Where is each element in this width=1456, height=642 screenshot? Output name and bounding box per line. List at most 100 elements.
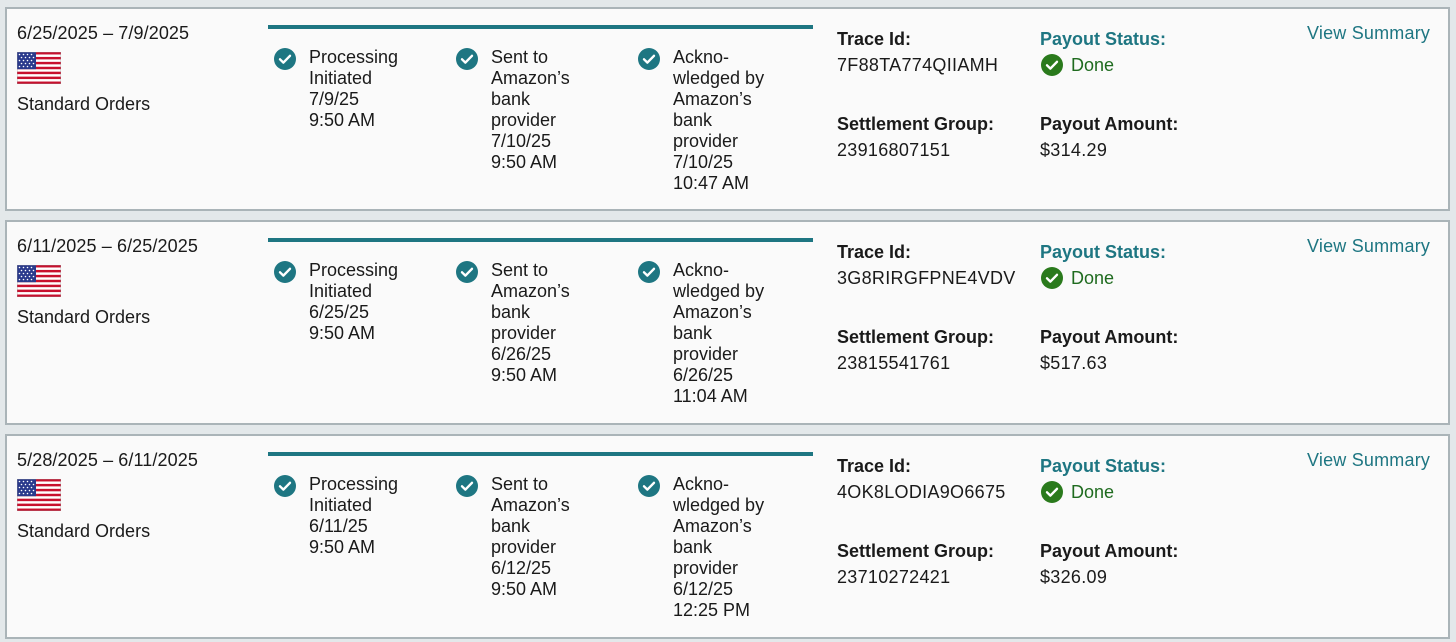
step-line: 9:50 AM bbox=[491, 579, 558, 599]
view-summary-link[interactable]: View Summary bbox=[1307, 22, 1430, 44]
payout-amount-value: $517.63 bbox=[1040, 353, 1108, 373]
trace-id-label: Trace Id: bbox=[837, 29, 912, 49]
step-line: Ackno- bbox=[673, 47, 730, 67]
step-line: Amazon’s bbox=[491, 495, 570, 515]
timeline-bar bbox=[268, 25, 813, 29]
step-line: Initiated bbox=[309, 281, 373, 301]
step-line: 11:04 AM bbox=[673, 386, 748, 406]
step-line: bank provider bbox=[491, 89, 557, 130]
step-text: Sent to Amazon’s bank provider 7/10/25 9:50 … bbox=[491, 47, 596, 173]
payout-status-value: Done bbox=[1071, 482, 1115, 502]
payout-card: 6/25/2025 – 7/9/2025 Standard Orders Pro… bbox=[5, 7, 1450, 211]
timeline-step-processing: Processing Initiated 7/9/25 9:50 AM bbox=[274, 47, 414, 131]
step-line: Processing bbox=[309, 260, 399, 280]
step-line: Ackno- bbox=[673, 474, 730, 494]
payout-amount-value: $326.09 bbox=[1040, 567, 1108, 587]
check-circle-icon bbox=[638, 475, 660, 497]
view-summary-link[interactable]: View Summary bbox=[1307, 235, 1430, 257]
step-text: Ackno-wledged by Amazon’s bank provider 7/1… bbox=[673, 47, 778, 194]
timeline-step-processing: Processing Initiated 6/11/25 9:50 AM bbox=[274, 474, 414, 558]
step-line: Amazon’s bbox=[491, 281, 570, 301]
step-line: 6/11/25 bbox=[309, 516, 368, 536]
view-summary-link[interactable]: View Summary bbox=[1307, 449, 1430, 471]
step-line: 9:50 AM bbox=[309, 110, 376, 130]
settlement-group-label: Settlement Group: bbox=[837, 541, 995, 561]
step-line: Processing bbox=[309, 47, 399, 67]
payout-status: Done bbox=[1041, 481, 1114, 503]
step-line: Amazon’s bbox=[673, 516, 752, 536]
step-line: 7/9/25 bbox=[309, 89, 360, 109]
step-text: Processing Initiated 6/25/25 9:50 AM bbox=[309, 260, 414, 344]
step-line: 7/10/25 bbox=[673, 152, 734, 172]
payout-amount-value: $314.29 bbox=[1040, 140, 1108, 160]
check-circle-icon bbox=[638, 48, 660, 70]
timeline-bar bbox=[268, 452, 813, 456]
step-line: 6/26/25 bbox=[491, 344, 552, 364]
check-circle-icon bbox=[456, 261, 478, 283]
timeline-step-sent: Sent to Amazon’s bank provider 7/10/25 9:50 … bbox=[456, 47, 596, 173]
settlement-group-value: 23815541761 bbox=[837, 353, 951, 373]
trace-id-value: 7F88TA774QIIAMH bbox=[837, 55, 999, 75]
check-circle-icon bbox=[274, 261, 296, 283]
step-line: 9:50 AM bbox=[491, 152, 558, 172]
step-line: 9:50 AM bbox=[491, 365, 558, 385]
payout-status: Done bbox=[1041, 54, 1114, 76]
timeline-step-acknowledged: Ackno-wledged by Amazon’s bank provider 6/2… bbox=[638, 260, 778, 407]
payout-amount-label: Payout Amount: bbox=[1040, 541, 1179, 561]
payout-status-value: Done bbox=[1071, 55, 1115, 75]
timeline-step-acknowledged: Ackno-wledged by Amazon’s bank provider 7/1… bbox=[638, 47, 778, 194]
payout-status: Done bbox=[1041, 267, 1114, 289]
step-line: Sent to bbox=[491, 474, 549, 494]
step-line: 9:50 AM bbox=[309, 537, 376, 557]
step-line: Amazon’s bbox=[673, 302, 752, 322]
step-line: bank provider bbox=[491, 516, 557, 557]
step-line: wledged by bbox=[673, 495, 765, 515]
step-line: 7/10/25 bbox=[491, 131, 552, 151]
timeline-step-processing: Processing Initiated 6/25/25 9:50 AM bbox=[274, 260, 414, 344]
step-line: 6/26/25 bbox=[673, 365, 734, 385]
step-text: Processing Initiated 6/11/25 9:50 AM bbox=[309, 474, 414, 558]
date-range: 6/11/2025 – 6/25/2025 bbox=[17, 236, 198, 256]
check-circle-icon bbox=[274, 48, 296, 70]
settlement-group-value: 23916807151 bbox=[837, 140, 951, 160]
date-range: 5/28/2025 – 6/11/2025 bbox=[17, 450, 198, 470]
check-circle-icon bbox=[274, 475, 296, 497]
settlement-group-label: Settlement Group: bbox=[837, 327, 995, 347]
step-line: 6/25/25 bbox=[309, 302, 370, 322]
step-line: Amazon’s bbox=[491, 68, 570, 88]
payout-status-label: Payout Status: bbox=[1040, 242, 1167, 262]
check-circle-icon bbox=[1041, 267, 1063, 289]
step-text: Sent to Amazon’s bank provider 6/12/25 9:50 … bbox=[491, 474, 596, 600]
step-line: Sent to bbox=[491, 47, 549, 67]
step-line: 6/12/25 bbox=[491, 558, 552, 578]
payout-status-value: Done bbox=[1071, 268, 1115, 288]
check-circle-icon bbox=[456, 475, 478, 497]
trace-id-label: Trace Id: bbox=[837, 456, 912, 476]
step-line: bank provider bbox=[673, 110, 739, 151]
settlement-group-label: Settlement Group: bbox=[837, 114, 995, 134]
settlement-group-value: 23710272421 bbox=[837, 567, 951, 587]
timeline-bar bbox=[268, 238, 813, 242]
check-circle-icon bbox=[456, 48, 478, 70]
step-line: 6/12/25 bbox=[673, 579, 734, 599]
step-line: 12:25 PM bbox=[673, 600, 751, 620]
step-line: Ackno- bbox=[673, 260, 730, 280]
step-line: Processing bbox=[309, 474, 399, 494]
step-line: bank provider bbox=[673, 537, 739, 578]
date-range: 6/25/2025 – 7/9/2025 bbox=[17, 23, 190, 43]
payout-card: 6/11/2025 – 6/25/2025 Standard Orders Pr… bbox=[5, 220, 1450, 425]
timeline-step-sent: Sent to Amazon’s bank provider 6/12/25 9:50 … bbox=[456, 474, 596, 600]
trace-id-label: Trace Id: bbox=[837, 242, 912, 262]
step-text: Ackno-wledged by Amazon’s bank provider 6/1… bbox=[673, 474, 778, 621]
step-line: 10:47 AM bbox=[673, 173, 750, 193]
step-line: Initiated bbox=[309, 68, 373, 88]
check-circle-icon bbox=[1041, 481, 1063, 503]
payout-card: 5/28/2025 – 6/11/2025 Standard Orders Pr… bbox=[5, 434, 1450, 639]
payout-status-label: Payout Status: bbox=[1040, 29, 1167, 49]
timeline-step-sent: Sent to Amazon’s bank provider 6/26/25 9:50 … bbox=[456, 260, 596, 386]
step-text: Ackno-wledged by Amazon’s bank provider 6/2… bbox=[673, 260, 778, 407]
order-type: Standard Orders bbox=[17, 307, 151, 327]
us-flag-icon bbox=[17, 265, 61, 297]
us-flag-icon bbox=[17, 52, 61, 84]
step-line: Amazon’s bbox=[673, 89, 752, 109]
